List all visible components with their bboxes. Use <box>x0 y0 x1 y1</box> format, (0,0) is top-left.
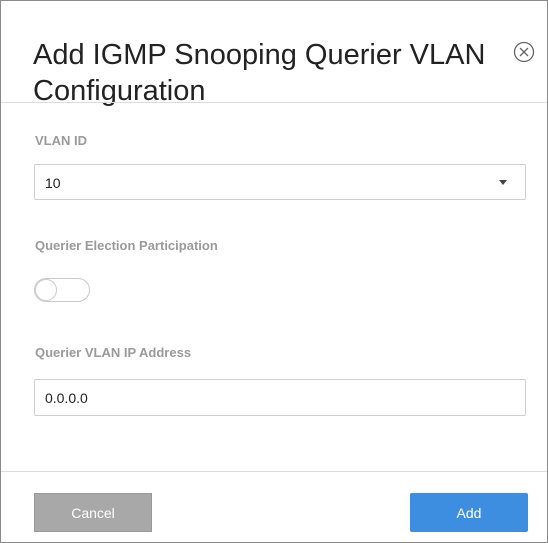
querier-election-toggle[interactable] <box>34 278 90 302</box>
vlan-id-select[interactable]: 10 <box>34 164 526 200</box>
add-querier-vlan-dialog: Add IGMP Snooping Querier VLAN Configura… <box>0 0 548 543</box>
querier-election-label: Querier Election Participation <box>35 238 218 253</box>
add-button[interactable]: Add <box>410 493 528 532</box>
close-icon[interactable] <box>513 41 535 63</box>
vlan-id-label: VLAN ID <box>35 133 87 148</box>
querier-ip-input[interactable] <box>34 379 526 416</box>
querier-ip-label: Querier VLAN IP Address <box>35 345 192 360</box>
footer-divider <box>1 471 547 472</box>
chevron-down-icon <box>499 180 507 185</box>
dialog-title: Add IGMP Snooping Querier VLAN Configura… <box>33 39 486 107</box>
cancel-button[interactable]: Cancel <box>34 493 152 532</box>
vlan-id-value: 10 <box>45 175 61 191</box>
header-divider <box>1 102 547 103</box>
toggle-knob <box>35 279 57 301</box>
